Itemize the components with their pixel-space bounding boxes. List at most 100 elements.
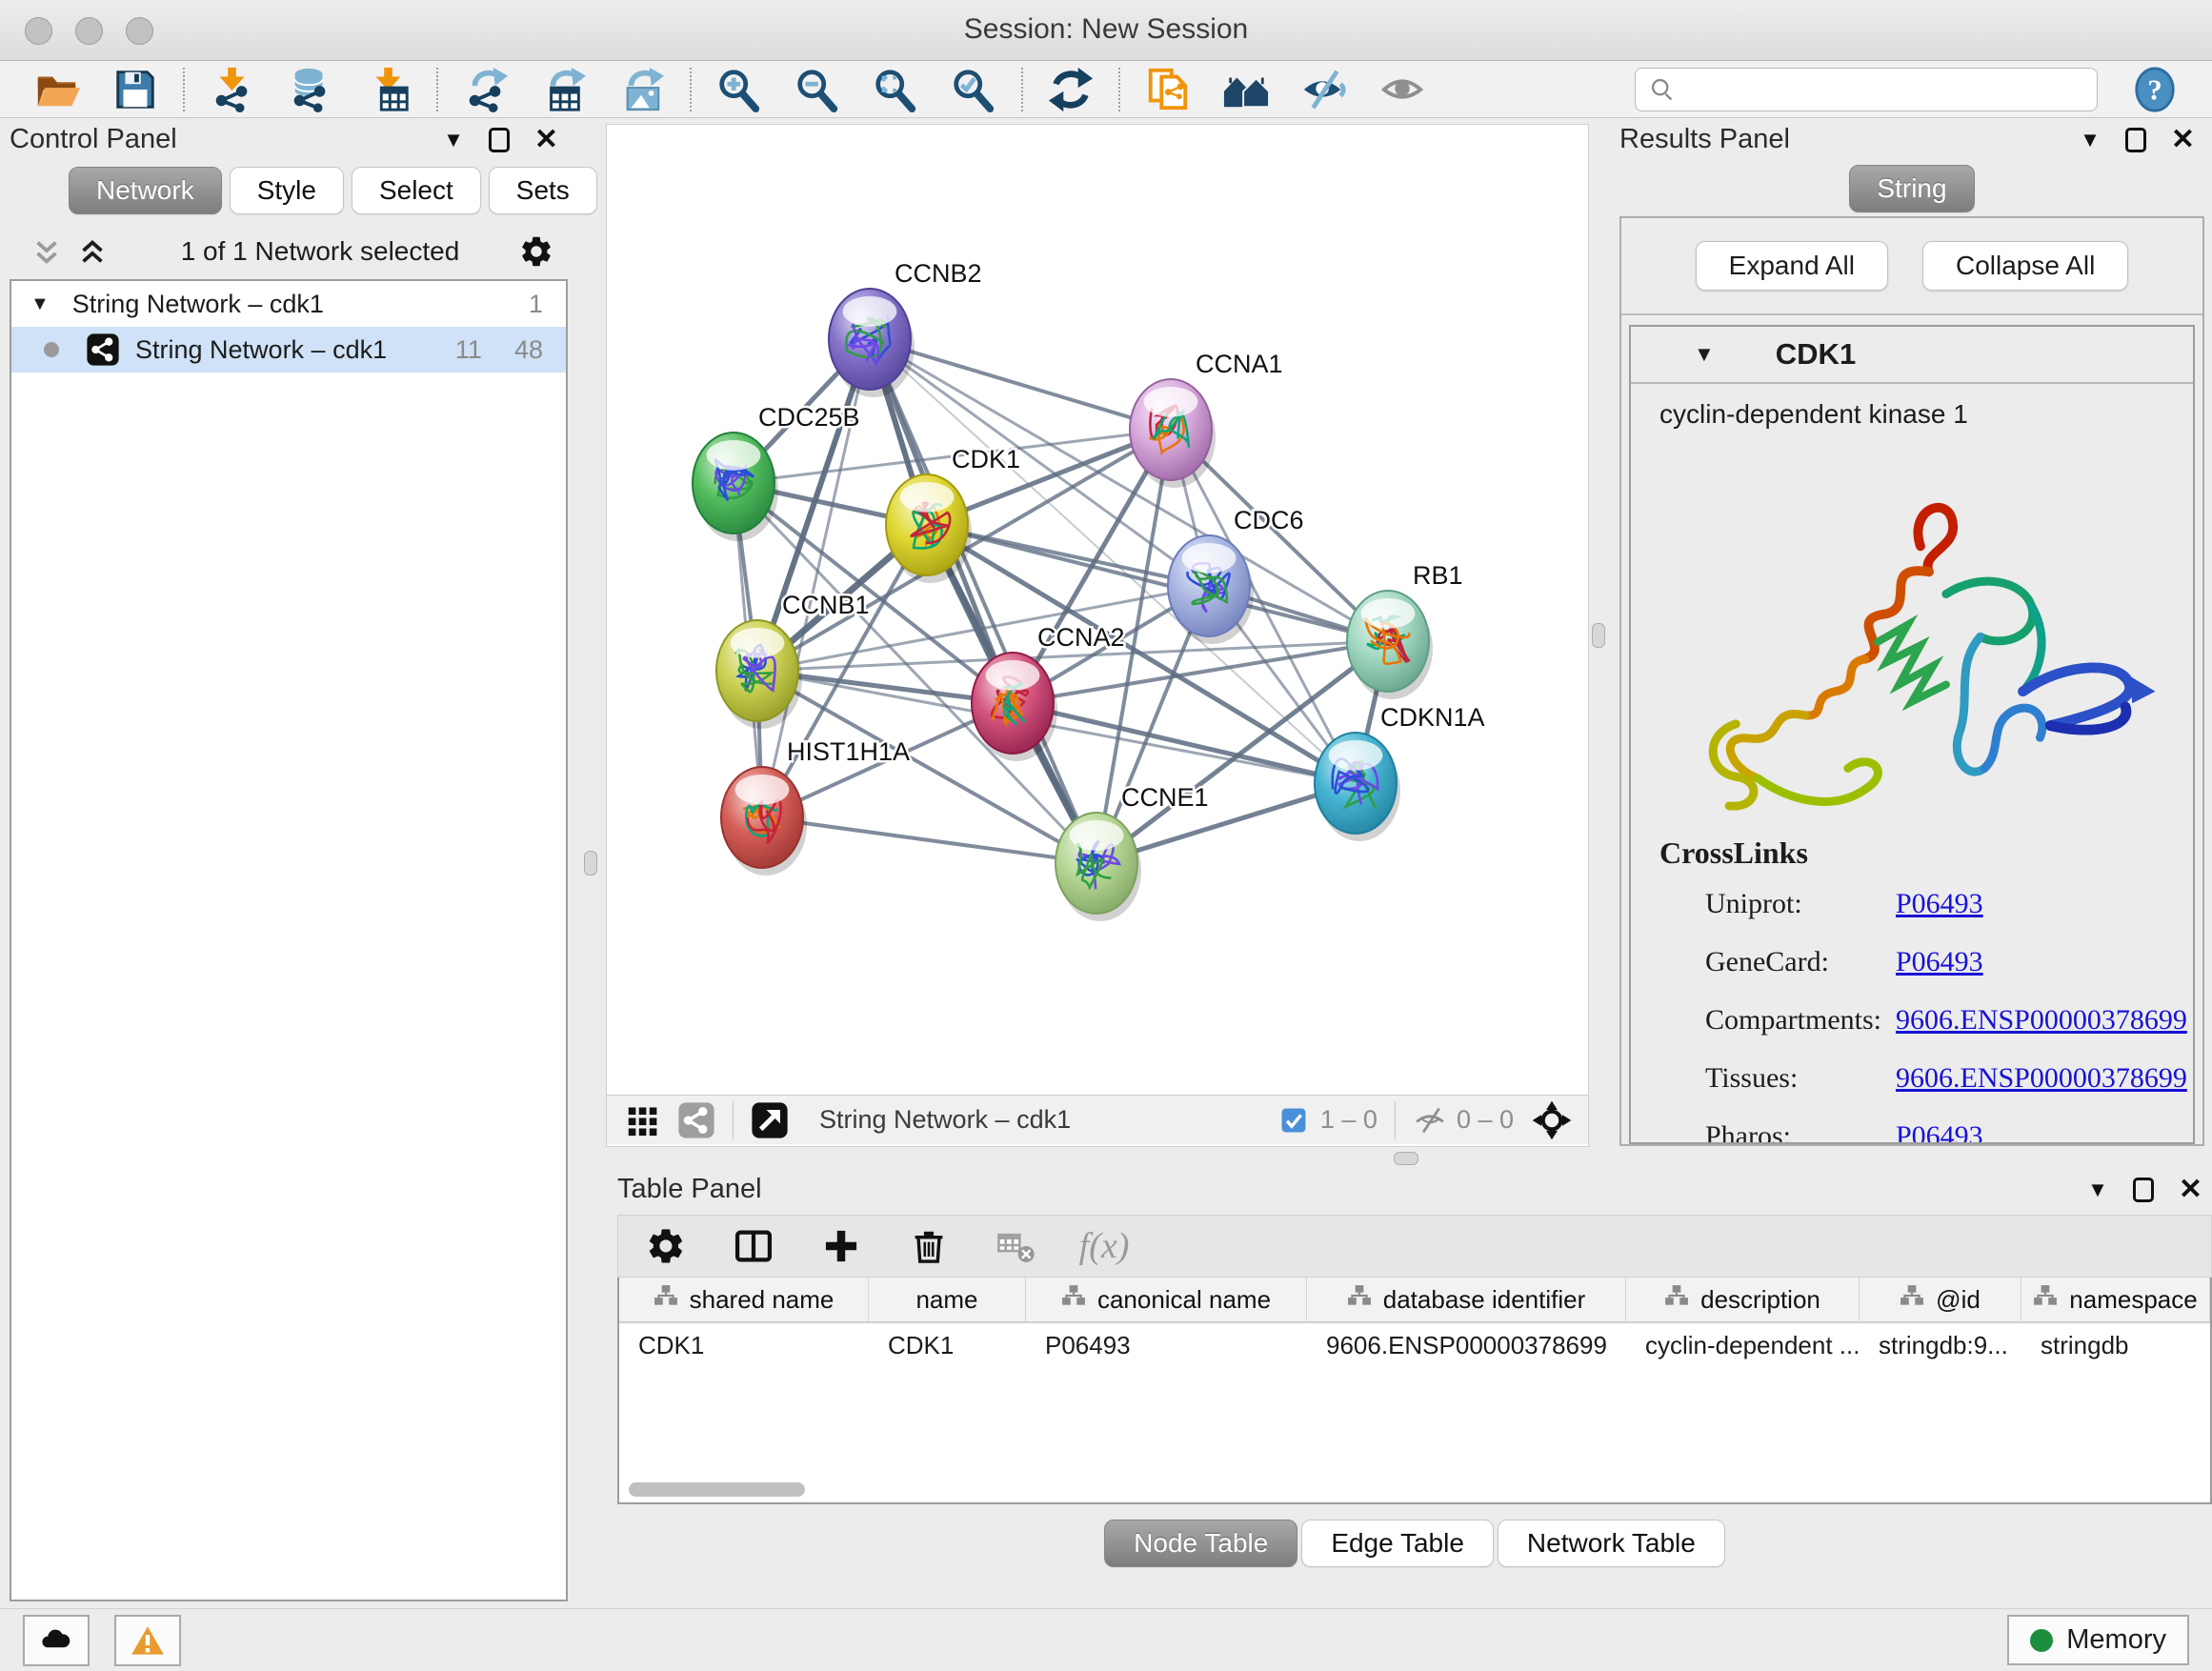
column-header-databaseidentifier[interactable]: database identifier	[1307, 1278, 1626, 1321]
network-view-mode-icon[interactable]	[675, 1099, 717, 1141]
table-cell: P06493	[1026, 1323, 1307, 1367]
search-box[interactable]	[1635, 68, 2098, 111]
settings-icon[interactable]	[641, 1221, 691, 1271]
node-section-header[interactable]: ▼ CDK1	[1631, 327, 2193, 384]
zoom-selected-icon[interactable]	[949, 65, 998, 114]
tab-select[interactable]: Select	[352, 167, 481, 214]
zoom-fit-icon[interactable]	[871, 65, 920, 114]
status-bar: Memory	[0, 1608, 2212, 1671]
node-label-RB1: RB1	[1413, 561, 1463, 590]
tab-sets[interactable]: Sets	[489, 167, 597, 214]
network-node-RB1[interactable]: RB1	[1347, 561, 1463, 699]
network-node-CCNE1[interactable]: CCNE1	[1056, 783, 1209, 921]
network-node-CCNA2[interactable]: CCNA2	[972, 623, 1125, 761]
split-view-icon[interactable]	[729, 1221, 778, 1271]
crosslink-label: Tissues:	[1705, 1062, 1896, 1095]
detach-view-icon[interactable]	[749, 1099, 791, 1141]
export-table-icon[interactable]	[539, 65, 589, 114]
column-header-id[interactable]: @id	[1860, 1278, 2021, 1321]
crosslink-value-link[interactable]: P06493	[1896, 888, 1983, 919]
crosslink-value-link[interactable]: 9606.ENSP00000378699	[1896, 1004, 2187, 1036]
memory-status-dot	[2030, 1629, 2053, 1652]
zoom-out-icon[interactable]	[793, 65, 842, 114]
search-input[interactable]	[1685, 73, 2083, 105]
network-node-CCNA1[interactable]: CCNA1	[1130, 350, 1283, 488]
show-hide-icon[interactable]	[1299, 65, 1349, 114]
refresh-layout-icon[interactable]	[1046, 65, 1096, 114]
tree-expander-icon[interactable]: ▼	[30, 293, 50, 315]
tab-string[interactable]: String	[1849, 165, 1974, 212]
collapse-all-networks-icon[interactable]	[76, 235, 109, 268]
tab-network[interactable]: Network	[69, 167, 222, 214]
network-edge-CDK1-RB1[interactable]	[927, 525, 1388, 641]
help-icon[interactable]: ?	[2130, 65, 2180, 114]
network-node-CCNB2[interactable]: CCNB2	[829, 259, 982, 397]
import-database-icon[interactable]	[286, 65, 335, 114]
crosslinks-section: CrossLinks Uniprot:P06493GeneCard:P06493…	[1631, 836, 2193, 1144]
crosslink-value-link[interactable]: 9606.ENSP00000378699	[1896, 1062, 2187, 1094]
cloud-status-button[interactable]	[23, 1615, 90, 1666]
zoom-in-icon[interactable]	[714, 65, 764, 114]
network-collection-row[interactable]: ▼ String Network – cdk1 1	[11, 281, 566, 327]
close-panel-icon[interactable]: ✕	[2179, 1176, 2202, 1204]
network-edge-HIST1H1A-CCNE1[interactable]	[762, 817, 1096, 863]
network-canvas[interactable]: CCNB2CCNA1CDC25BCDK1CDC6RB1CCNB1CCNA2CDK…	[607, 125, 1588, 1095]
delete-column-icon[interactable]	[904, 1221, 954, 1271]
column-header-description[interactable]: description	[1626, 1278, 1860, 1321]
expand-all-networks-icon[interactable]	[30, 235, 63, 268]
bottom-splitter-handle[interactable]	[1394, 1152, 1418, 1165]
network-node-CDC6[interactable]: CDC6	[1168, 506, 1304, 644]
node-count: 11	[455, 335, 482, 365]
grid-view-icon[interactable]	[622, 1099, 664, 1141]
save-session-icon[interactable]	[111, 65, 160, 114]
eye-disabled-icon[interactable]	[1377, 65, 1427, 114]
expand-all-button[interactable]: Expand All	[1696, 241, 1888, 291]
add-column-icon[interactable]	[816, 1221, 866, 1271]
column-header-sharedname[interactable]: shared name	[619, 1278, 869, 1321]
network-node-CDKN1A[interactable]: CDKN1A	[1315, 703, 1485, 841]
network-node-CCNB1[interactable]: CCNB1	[716, 591, 870, 729]
float-panel-icon[interactable]	[2133, 1178, 2154, 1202]
collection-label: String Network – cdk1	[72, 290, 496, 319]
column-header-canonicalname[interactable]: canonical name	[1026, 1278, 1307, 1321]
left-splitter-handle[interactable]	[584, 851, 597, 876]
home-icon[interactable]	[1221, 65, 1271, 114]
network-edge-CCNB2-CCNE1[interactable]	[870, 339, 1096, 863]
toolbar-groups	[32, 65, 1427, 114]
close-panel-icon[interactable]: ✕	[534, 126, 558, 154]
network-edge-CCNB2-CCNA1[interactable]	[870, 339, 1171, 430]
clone-network-icon[interactable]	[1143, 65, 1193, 114]
float-panel-icon[interactable]	[489, 128, 510, 152]
horizontal-scrollbar-thumb[interactable]	[629, 1482, 805, 1497]
column-header-namespace[interactable]: namespace	[2021, 1278, 2210, 1321]
tab-style[interactable]: Style	[230, 167, 344, 214]
network-node-HIST1H1A[interactable]: HIST1H1A	[721, 737, 910, 876]
network-row-selected[interactable]: String Network – cdk1 11 48	[11, 327, 566, 372]
birds-eye-view-icon[interactable]	[1531, 1099, 1573, 1141]
export-network-icon[interactable]	[461, 65, 511, 114]
section-expander-icon[interactable]: ▼	[1694, 342, 1715, 367]
memory-button[interactable]: Memory	[2007, 1615, 2189, 1665]
collapse-panel-icon[interactable]: ▼	[2080, 128, 2101, 152]
export-image-icon[interactable]	[617, 65, 667, 114]
import-network-icon[interactable]	[208, 65, 257, 114]
collapse-all-button[interactable]: Collapse All	[1922, 241, 2128, 291]
tab-node-table[interactable]: Node Table	[1104, 1520, 1297, 1567]
network-icon	[86, 332, 120, 367]
table-row[interactable]: CDK1CDK1P064939606.ENSP00000378699cyclin…	[619, 1323, 2210, 1367]
crosslink-value-link[interactable]: P06493	[1896, 946, 1983, 977]
open-session-icon[interactable]	[32, 65, 82, 114]
collapse-panel-icon[interactable]: ▼	[443, 128, 464, 152]
right-splitter-handle[interactable]	[1592, 623, 1605, 648]
crosslink-value-link[interactable]: P06493	[1896, 1120, 1983, 1144]
float-panel-icon[interactable]	[2125, 128, 2146, 152]
toolbar-separator	[1118, 68, 1120, 111]
collapse-panel-icon[interactable]: ▼	[2087, 1178, 2108, 1202]
tab-network-table[interactable]: Network Table	[1498, 1520, 1725, 1567]
import-table-icon[interactable]	[364, 65, 413, 114]
column-header-name[interactable]: name	[869, 1278, 1026, 1321]
network-options-gear-icon[interactable]	[518, 233, 554, 270]
close-panel-icon[interactable]: ✕	[2171, 126, 2195, 154]
tab-edge-table[interactable]: Edge Table	[1301, 1520, 1494, 1567]
warnings-button[interactable]	[114, 1615, 181, 1666]
